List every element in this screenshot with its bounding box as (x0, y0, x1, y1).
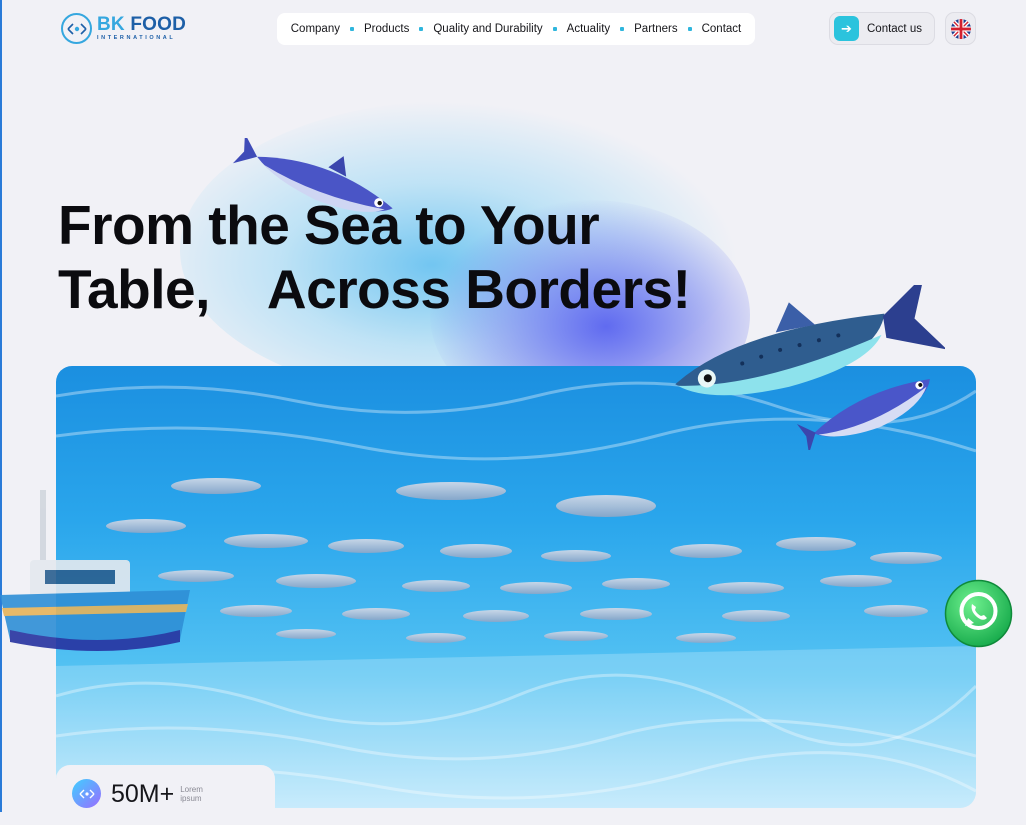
sardine-illustration (796, 378, 930, 450)
brand-name-primary: BK (97, 14, 125, 36)
fish-stat-icon (72, 779, 101, 808)
whatsapp-icon[interactable] (943, 578, 1014, 649)
stat-note: Lorem ipsum (180, 785, 203, 803)
brand-name: BK FOOD (97, 15, 186, 34)
hero-headline-line2: Table, Across Borders! (58, 258, 691, 320)
nav-item-products[interactable]: Products (364, 23, 409, 35)
page-edge (0, 0, 2, 812)
sardine-illustration (232, 138, 393, 212)
uk-flag-icon (950, 18, 971, 39)
brand-logo[interactable]: BK FOOD INTERNATIONAL (61, 13, 186, 44)
contact-us-button[interactable]: ➔ Contact us (829, 12, 935, 45)
brand-name-secondary: FOOD (130, 14, 187, 36)
fishing-boat-illustration (0, 490, 190, 651)
nav-separator (419, 27, 424, 31)
nav-separator (687, 27, 692, 31)
nav-separator (620, 27, 625, 31)
stat-note-line1: Lorem (180, 785, 203, 794)
arrow-right-icon: ➔ (834, 16, 859, 41)
nav-item-quality[interactable]: Quality and Durability (433, 23, 542, 35)
stat-value: 50M+ (111, 780, 175, 808)
nav-item-actuality[interactable]: Actuality (567, 23, 610, 35)
stat-card: 50M+ Lorem ipsum (56, 765, 275, 825)
nav-separator (349, 27, 354, 31)
contact-us-label: Contact us (867, 22, 922, 35)
nav-separator (552, 27, 557, 31)
fish-logo-icon (61, 13, 92, 44)
nav-item-partners[interactable]: Partners (634, 23, 677, 35)
language-switcher[interactable] (945, 12, 976, 45)
brand-tagline: INTERNATIONAL (97, 35, 176, 42)
nav-item-company[interactable]: Company (291, 23, 340, 35)
stat-note-line2: ipsum (180, 794, 202, 803)
main-navigation: Company Products Quality and Durability … (277, 13, 755, 45)
nav-item-contact[interactable]: Contact (702, 23, 742, 35)
